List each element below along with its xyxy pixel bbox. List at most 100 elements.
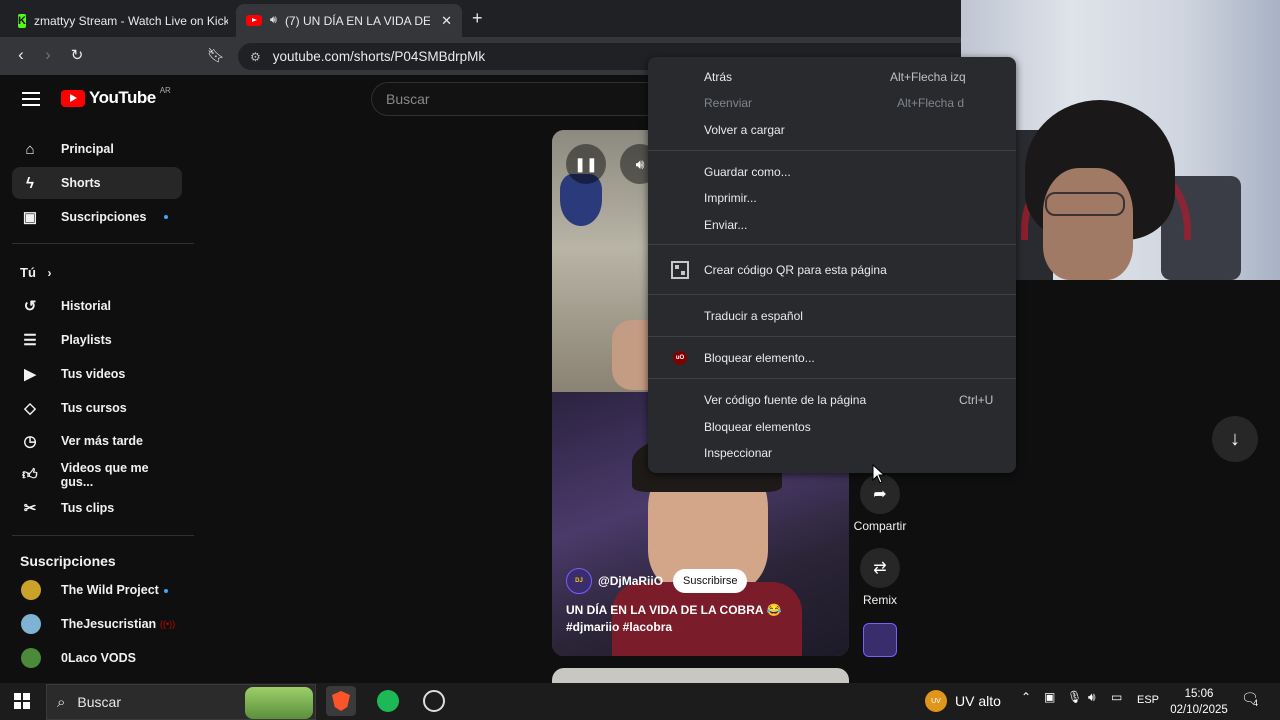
menu-item-reenviar[interactable]: Reenviar Alt+Flecha d bbox=[648, 90, 1016, 116]
audio-thumbnail[interactable] bbox=[863, 623, 897, 657]
pause-icon[interactable]: ❚❚ bbox=[566, 144, 606, 184]
ublock-icon: uO bbox=[670, 348, 690, 368]
menu-item-bloquear-elemento[interactable]: uO Bloquear elemento... bbox=[648, 345, 1016, 371]
search-input[interactable]: Buscar bbox=[371, 82, 661, 116]
subscribe-button[interactable]: Suscribirse bbox=[673, 569, 748, 593]
search-icon: ⌕ bbox=[57, 693, 66, 711]
speaker-icon[interactable]: 🔊︎ bbox=[270, 14, 277, 27]
menu-separator bbox=[648, 150, 1016, 151]
menu-item-inspeccionar[interactable]: Inspeccionar bbox=[648, 440, 1016, 466]
home-icon: ⌂ bbox=[25, 140, 35, 158]
windows-start-icon[interactable] bbox=[14, 693, 30, 709]
new-tab-button[interactable]: + bbox=[472, 8, 483, 29]
channel-name[interactable]: @DjMaRiiO bbox=[598, 574, 663, 588]
network-icon[interactable]: ▭ bbox=[1111, 690, 1122, 704]
tab-youtube[interactable]: 🔊︎ (7) UN DÍA EN LA VIDA DE LA ✕ bbox=[236, 4, 462, 37]
watch-later-icon: ◷ bbox=[23, 433, 37, 450]
share-icon: ➦ bbox=[873, 486, 887, 503]
shorts-icon: ϟ bbox=[26, 174, 34, 192]
clock-date: 02/10/2025 bbox=[1170, 704, 1228, 716]
menu-item-enviar[interactable]: Enviar... bbox=[648, 212, 1016, 238]
clock-time: 15:06 bbox=[1184, 688, 1214, 700]
tab-kick[interactable]: K zmattyy Stream - Watch Live on Kick bbox=[8, 4, 228, 37]
menu-item-bloquear-elementos[interactable]: Bloquear elementos bbox=[648, 414, 1016, 440]
history-icon: ↺ bbox=[23, 298, 37, 315]
chevron-right-icon: › bbox=[47, 266, 52, 280]
short-title: UN DÍA EN LA VIDA DE LA COBRA 😂 #djmarii… bbox=[566, 603, 782, 634]
sidebar-item-liked-videos[interactable]: 👍︎ Videos que me gus... bbox=[12, 459, 182, 491]
subscriptions-heading: Suscripciones bbox=[20, 553, 116, 569]
menu-separator bbox=[648, 378, 1016, 379]
brave-icon[interactable] bbox=[326, 686, 356, 716]
kick-icon: K bbox=[18, 13, 26, 28]
volume-icon[interactable]: 🔊︎ bbox=[1088, 690, 1096, 705]
menu-item-atras[interactable]: Atrás Alt+Flecha izq bbox=[648, 64, 1016, 90]
mouse-cursor-icon bbox=[872, 464, 886, 484]
notification-icon[interactable]: 🗨︎ 4 bbox=[1241, 690, 1259, 708]
weather-widget[interactable]: UV UV alto bbox=[925, 690, 1001, 712]
you-section-heading[interactable]: Tú › bbox=[20, 265, 52, 280]
menu-item-ver-codigo-fuente[interactable]: Ver código fuente de la página Ctrl+U bbox=[648, 387, 1016, 413]
channel-avatar[interactable]: DJ bbox=[566, 568, 592, 594]
menu-item-crear-codigo-qr[interactable]: Crear código QR para esta página bbox=[648, 257, 1016, 283]
sidebar-item-tus-clips[interactable]: ✂︎ Tus clips bbox=[12, 492, 182, 524]
site-info-icon[interactable]: ⚙︎ bbox=[250, 50, 261, 64]
menu-item-traducir[interactable]: Traducir a español bbox=[648, 303, 1016, 329]
qr-code-icon bbox=[670, 260, 690, 280]
sidebar-item-principal[interactable]: ⌂ Principal bbox=[12, 133, 182, 165]
menu-item-imprimir[interactable]: Imprimir... bbox=[648, 185, 1016, 211]
sidebar-item-shorts[interactable]: ϟ Shorts bbox=[12, 167, 182, 199]
sidebar-sub-thejesucristian[interactable]: TheJesucristian bbox=[12, 608, 182, 640]
like-icon: 👍︎ bbox=[21, 466, 38, 483]
chevron-up-icon[interactable]: ⌃ bbox=[1021, 690, 1031, 704]
webcam-glasses bbox=[1045, 192, 1125, 216]
sidebar-item-tus-cursos[interactable]: ◇ Tus cursos bbox=[12, 392, 182, 424]
sidebar-divider bbox=[12, 535, 194, 536]
tray-app-icon[interactable]: ▣ bbox=[1044, 690, 1055, 704]
obs-icon[interactable] bbox=[419, 686, 449, 716]
youtube-icon bbox=[246, 15, 262, 26]
menu-separator bbox=[648, 244, 1016, 245]
address-text: youtube.com/shorts/P04SMBdrpMk bbox=[272, 49, 486, 64]
sidebar-sub-0laco-vods[interactable]: 0Laco VODS bbox=[12, 642, 182, 674]
menu-item-volver-a-cargar[interactable]: Volver a cargar bbox=[648, 117, 1016, 143]
sidebar-item-playlists[interactable]: ☰ Playlists bbox=[12, 324, 182, 356]
menu-item-guardar-como[interactable]: Guardar como... bbox=[648, 159, 1016, 185]
language-indicator[interactable]: ESP bbox=[1137, 694, 1159, 706]
share-label: Compartir bbox=[853, 519, 907, 533]
sidebar-divider bbox=[12, 243, 194, 244]
menu-separator bbox=[648, 294, 1016, 295]
courses-icon: ◇ bbox=[24, 400, 36, 417]
remix-label: Remix bbox=[862, 593, 897, 607]
arrow-down-icon: ↓ bbox=[1230, 427, 1240, 450]
remix-icon: ⇄ bbox=[873, 560, 887, 577]
clock[interactable]: 15:06 02/10/2025 bbox=[1166, 686, 1232, 718]
bookmark-icon[interactable]: 🔖︎ bbox=[205, 47, 227, 64]
back-icon[interactable]: ‹ bbox=[10, 45, 32, 65]
microphone-icon[interactable]: 🎙︎ bbox=[1067, 690, 1082, 704]
sidebar-item-historial[interactable]: ↺ Historial bbox=[12, 290, 182, 322]
uv-badge-icon: UV bbox=[925, 690, 947, 712]
spotify-icon[interactable] bbox=[373, 686, 403, 716]
close-icon[interactable]: ✕ bbox=[441, 13, 452, 29]
sidebar-item-ver-mas-tarde[interactable]: ◷ Ver más tarde bbox=[12, 425, 182, 457]
reload-icon[interactable]: ↻ bbox=[66, 46, 88, 64]
avatar bbox=[21, 614, 41, 634]
sidebar-item-suscripciones[interactable]: ▣ Suscripciones bbox=[12, 201, 182, 233]
taskbar-search-input[interactable]: ⌕ Buscar bbox=[46, 684, 316, 720]
new-content-dot bbox=[164, 215, 168, 219]
youtube-logo[interactable]: YouTube AR bbox=[61, 86, 171, 108]
clips-icon: ✂︎ bbox=[23, 500, 37, 517]
search-highlight-image bbox=[245, 687, 313, 719]
menu-icon[interactable] bbox=[22, 92, 40, 106]
webcam-person-face bbox=[1043, 168, 1133, 280]
browser-tab-bar: K zmattyy Stream - Watch Live on Kick 🔊︎… bbox=[0, 0, 962, 37]
sidebar-sub-the-wild-project[interactable]: The Wild Project bbox=[12, 574, 182, 606]
sidebar-item-tus-videos[interactable]: ▶︎ Tus videos bbox=[12, 358, 182, 390]
menu-separator bbox=[648, 336, 1016, 337]
remix-button[interactable]: ⇄ bbox=[860, 548, 900, 588]
tab-title: (7) UN DÍA EN LA VIDA DE LA bbox=[284, 13, 430, 28]
forward-icon[interactable]: › bbox=[37, 45, 59, 65]
avatar bbox=[21, 648, 41, 668]
next-video-button[interactable]: ↓ bbox=[1212, 416, 1258, 462]
